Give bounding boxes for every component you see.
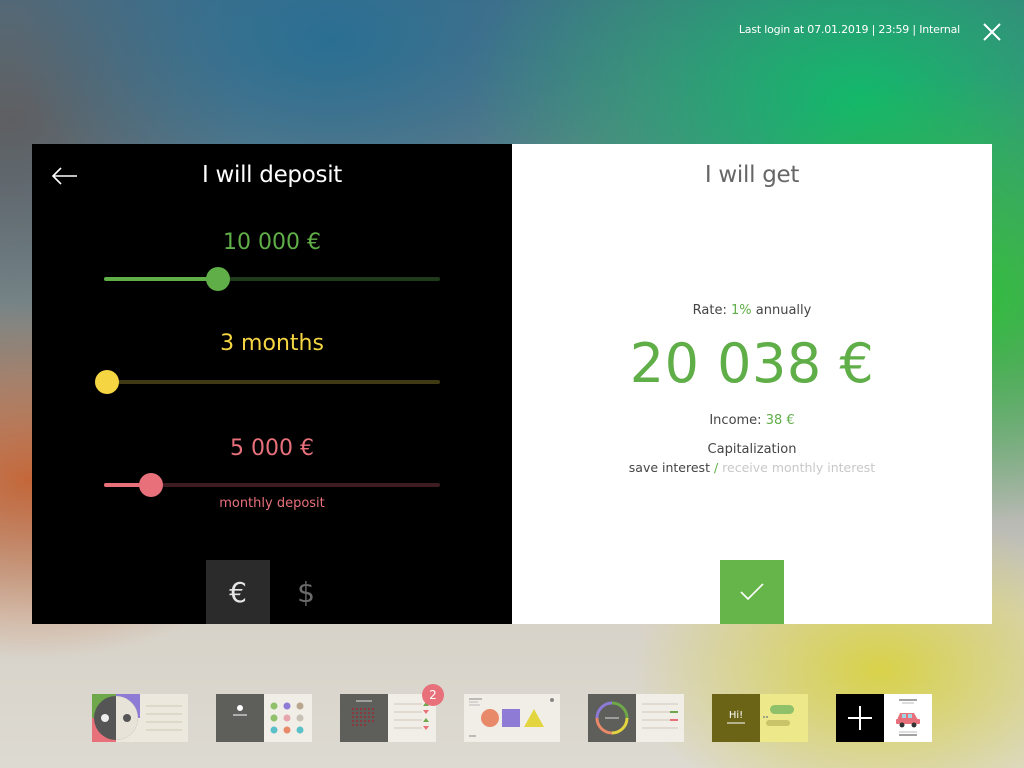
- capitalization-title: Capitalization: [707, 442, 797, 457]
- deposit-calculator-card: I will deposit 10 000 € 3 months 5 000 €…: [32, 144, 992, 624]
- dock-app-calendar[interactable]: 2: [340, 684, 444, 742]
- dock-app-profile[interactable]: [216, 694, 312, 742]
- deposit-amount-slider-thumb[interactable]: [206, 267, 231, 291]
- monthly-deposit-slider[interactable]: [104, 473, 440, 497]
- face-app-icon: [92, 694, 188, 742]
- total-amount: 20 038 €: [629, 332, 875, 395]
- profile-app-icon: [216, 694, 312, 742]
- term-slider[interactable]: [95, 370, 440, 394]
- income-value: 38 €: [765, 413, 795, 428]
- currency-euro-button[interactable]: €: [206, 560, 270, 624]
- chat-app-icon: Hi!: [712, 694, 808, 742]
- deposit-amount-value: 10 000 €: [223, 230, 321, 255]
- chat-greeting: Hi!: [729, 710, 743, 721]
- deposit-result-panel: I will get Rate: 1% annually 20 038 € In…: [512, 144, 992, 624]
- monthly-deposit-slider-thumb[interactable]: [139, 473, 164, 497]
- term-slider-thumb[interactable]: [95, 370, 120, 394]
- close-icon: [983, 23, 1001, 41]
- dock-app-shapes[interactable]: [464, 694, 560, 742]
- dock-app-face[interactable]: [92, 694, 188, 742]
- checkmark-icon: [740, 583, 764, 601]
- deposit-amount-slider[interactable]: [104, 267, 440, 291]
- dock-app-chat[interactable]: Hi!: [712, 694, 808, 742]
- rate-prefix: Rate:: [692, 303, 727, 318]
- calendar-app-icon: [340, 694, 436, 742]
- dock-app-gauge[interactable]: [588, 694, 684, 742]
- save-interest-option[interactable]: save interest: [629, 460, 710, 475]
- monthly-deposit-label: monthly deposit: [219, 496, 325, 511]
- receive-monthly-interest-option[interactable]: receive monthly interest: [722, 460, 875, 475]
- income-line: Income: 38 €: [512, 413, 992, 428]
- rate-value: 1%: [731, 303, 752, 318]
- rate-suffix: annually: [755, 303, 812, 318]
- deposit-title: I will deposit: [202, 162, 342, 188]
- option-separator: /: [713, 460, 719, 475]
- rate-line: Rate: 1% annually: [512, 303, 992, 318]
- close-button[interactable]: [980, 20, 1004, 44]
- deposit-input-panel: I will deposit 10 000 € 3 months 5 000 €…: [32, 144, 512, 624]
- gauge-app-icon: [588, 694, 684, 742]
- shapes-app-icon: [464, 694, 560, 742]
- term-value: 3 months: [220, 331, 324, 356]
- capitalization-options: save interest / receive monthly interest: [512, 460, 992, 475]
- app-dock: 2 Hi!: [92, 684, 932, 742]
- deposit-amount-slider-fill: [104, 277, 219, 281]
- result-title: I will get: [704, 162, 800, 188]
- add-car-app-icon: [836, 694, 932, 742]
- calendar-notification-badge: 2: [422, 684, 444, 706]
- dock-app-add-car[interactable]: [836, 694, 932, 742]
- confirm-button[interactable]: [720, 560, 784, 624]
- income-prefix: Income:: [709, 413, 762, 428]
- monthly-deposit-value: 5 000 €: [230, 436, 314, 461]
- currency-dollar-button[interactable]: $: [274, 560, 338, 624]
- last-login-status: Last login at 07.01.2019 | 23:59 | Inter…: [738, 23, 960, 36]
